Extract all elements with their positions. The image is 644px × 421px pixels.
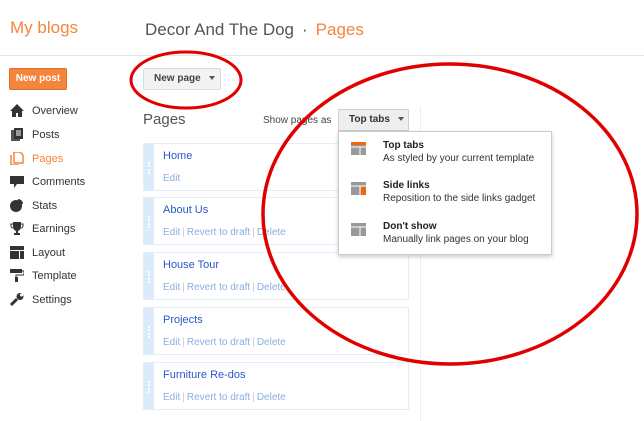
side-links-layout-icon: [351, 182, 366, 195]
drag-handle[interactable]: [144, 308, 154, 354]
menu-item-title: Side links: [383, 180, 430, 191]
action-separator: |: [252, 337, 255, 348]
grip-dots-icon: [148, 326, 150, 338]
grip-dots-icon: [148, 271, 150, 283]
action-separator: |: [182, 282, 185, 293]
new-page-button[interactable]: New page: [143, 68, 221, 90]
comment-icon: [10, 176, 24, 188]
new-page-label: New page: [154, 73, 201, 84]
menu-item-desc: Manually link pages on your blog: [383, 234, 529, 245]
delete-link[interactable]: Delete: [257, 227, 286, 238]
drag-handle[interactable]: [144, 198, 154, 244]
menu-item-title: Don't show: [383, 221, 437, 232]
sidebar-item-label: Overview: [32, 104, 78, 117]
drag-handle[interactable]: [144, 363, 154, 409]
page-title: Decor And The Dog · Pages: [145, 20, 364, 40]
page-row: Projects Edit | Revert to draft | Delete: [143, 307, 409, 355]
delete-link[interactable]: Delete: [257, 392, 286, 403]
drag-handle[interactable]: [144, 253, 154, 299]
page-title-link[interactable]: House Tour: [163, 259, 219, 271]
title-separator: ·: [302, 20, 308, 39]
edit-link[interactable]: Edit: [163, 282, 180, 293]
layout-icon: [10, 246, 24, 259]
revert-to-draft-link[interactable]: Revert to draft: [187, 337, 250, 348]
grip-dots-icon: [148, 381, 150, 393]
page-title-link[interactable]: Projects: [163, 314, 203, 326]
sidebar-item-pages[interactable]: Pages: [10, 152, 63, 165]
action-separator: |: [182, 392, 185, 403]
sidebar-item-posts[interactable]: Posts: [10, 128, 60, 141]
delete-link[interactable]: Delete: [257, 282, 286, 293]
action-separator: |: [252, 227, 255, 238]
show-pages-as-label: Show pages as: [263, 115, 332, 126]
sidebar-item-template[interactable]: Template: [10, 269, 77, 282]
sidebar-item-layout[interactable]: Layout: [10, 246, 65, 259]
edit-link[interactable]: Edit: [163, 173, 180, 184]
page-actions: Edit: [163, 173, 180, 184]
trophy-icon: [10, 222, 24, 235]
sidebar-item-overview[interactable]: Overview: [10, 104, 78, 117]
sidebar-item-label: Settings: [32, 293, 72, 306]
sidebar-item-comments[interactable]: Comments: [10, 175, 85, 188]
sidebar-item-label: Pages: [32, 152, 64, 165]
sidebar-item-label: Layout: [32, 246, 66, 259]
sidebar-item-label: Earnings: [32, 222, 76, 235]
page-row: Furniture Re-dos Edit | Revert to draft | Del…: [143, 362, 409, 410]
menu-item-desc: As styled by your current template: [383, 153, 535, 164]
revert-to-draft-link[interactable]: Revert to draft: [187, 227, 250, 238]
page-actions: Edit | Revert to draft | Delete: [163, 227, 286, 238]
drag-handle[interactable]: [144, 144, 154, 190]
chevron-down-icon: [397, 117, 404, 122]
revert-to-draft-link[interactable]: Revert to draft: [187, 282, 250, 293]
page-actions: Edit | Revert to draft | Delete: [163, 282, 286, 293]
action-separator: |: [252, 282, 255, 293]
page-title-link[interactable]: About Us: [163, 204, 208, 216]
show-pages-as-menu: Top tabs As styled by your current templa…: [338, 131, 552, 255]
paint-roller-icon: [10, 269, 24, 282]
edit-link[interactable]: Edit: [163, 337, 180, 348]
grip-dots-icon: [148, 162, 150, 174]
edit-link[interactable]: Edit: [163, 392, 180, 403]
sidebar-item-label: Comments: [32, 175, 86, 188]
home-icon: [10, 104, 24, 117]
sidebar-item-label: Template: [32, 269, 77, 282]
sidebar-item-label: Stats: [32, 199, 58, 212]
menu-item-top-tabs[interactable]: Top tabs As styled by your current templa…: [351, 140, 534, 164]
grip-dots-icon: [148, 216, 150, 228]
no-tabs-layout-icon: [351, 223, 366, 236]
section-title: Pages: [315, 20, 364, 39]
action-separator: |: [182, 337, 185, 348]
blog-title: Decor And The Dog: [145, 20, 294, 39]
page-actions: Edit | Revert to draft | Delete: [163, 392, 286, 403]
pages-icon: [10, 152, 24, 165]
page-row: House Tour Edit | Revert to draft | Delete: [143, 252, 409, 300]
page-actions: Edit | Revert to draft | Delete: [163, 337, 286, 348]
header-divider: [0, 55, 644, 56]
chevron-down-icon: [208, 76, 215, 81]
menu-item-side-links[interactable]: Side links Reposition to the side links g…: [351, 180, 535, 204]
new-post-button[interactable]: New post: [9, 68, 67, 90]
revert-to-draft-link[interactable]: Revert to draft: [187, 392, 250, 403]
action-separator: |: [252, 392, 255, 403]
my-blogs-link[interactable]: My blogs: [10, 18, 78, 38]
sidebar-item-settings[interactable]: Settings: [10, 293, 72, 306]
posts-icon: [11, 128, 23, 141]
show-pages-as-dropdown[interactable]: Top tabs: [338, 109, 409, 131]
top-tabs-layout-icon: [351, 142, 366, 155]
sidebar-item-label: Posts: [32, 128, 60, 141]
sidebar-item-stats[interactable]: Stats: [10, 199, 57, 212]
dropdown-value: Top tabs: [349, 114, 390, 125]
sidebar-item-earnings[interactable]: Earnings: [10, 222, 75, 235]
delete-link[interactable]: Delete: [257, 337, 286, 348]
page-title-link[interactable]: Furniture Re-dos: [163, 369, 246, 381]
wrench-icon: [10, 293, 24, 306]
pages-heading: Pages: [143, 111, 186, 128]
action-separator: |: [182, 227, 185, 238]
pie-chart-icon: [10, 199, 23, 212]
edit-link[interactable]: Edit: [163, 227, 180, 238]
menu-item-dont-show[interactable]: Don't show Manually link pages on your bl…: [351, 221, 529, 245]
menu-item-title: Top tabs: [383, 140, 424, 151]
page-title-link[interactable]: Home: [163, 150, 192, 162]
menu-item-desc: Reposition to the side links gadget: [383, 193, 536, 204]
